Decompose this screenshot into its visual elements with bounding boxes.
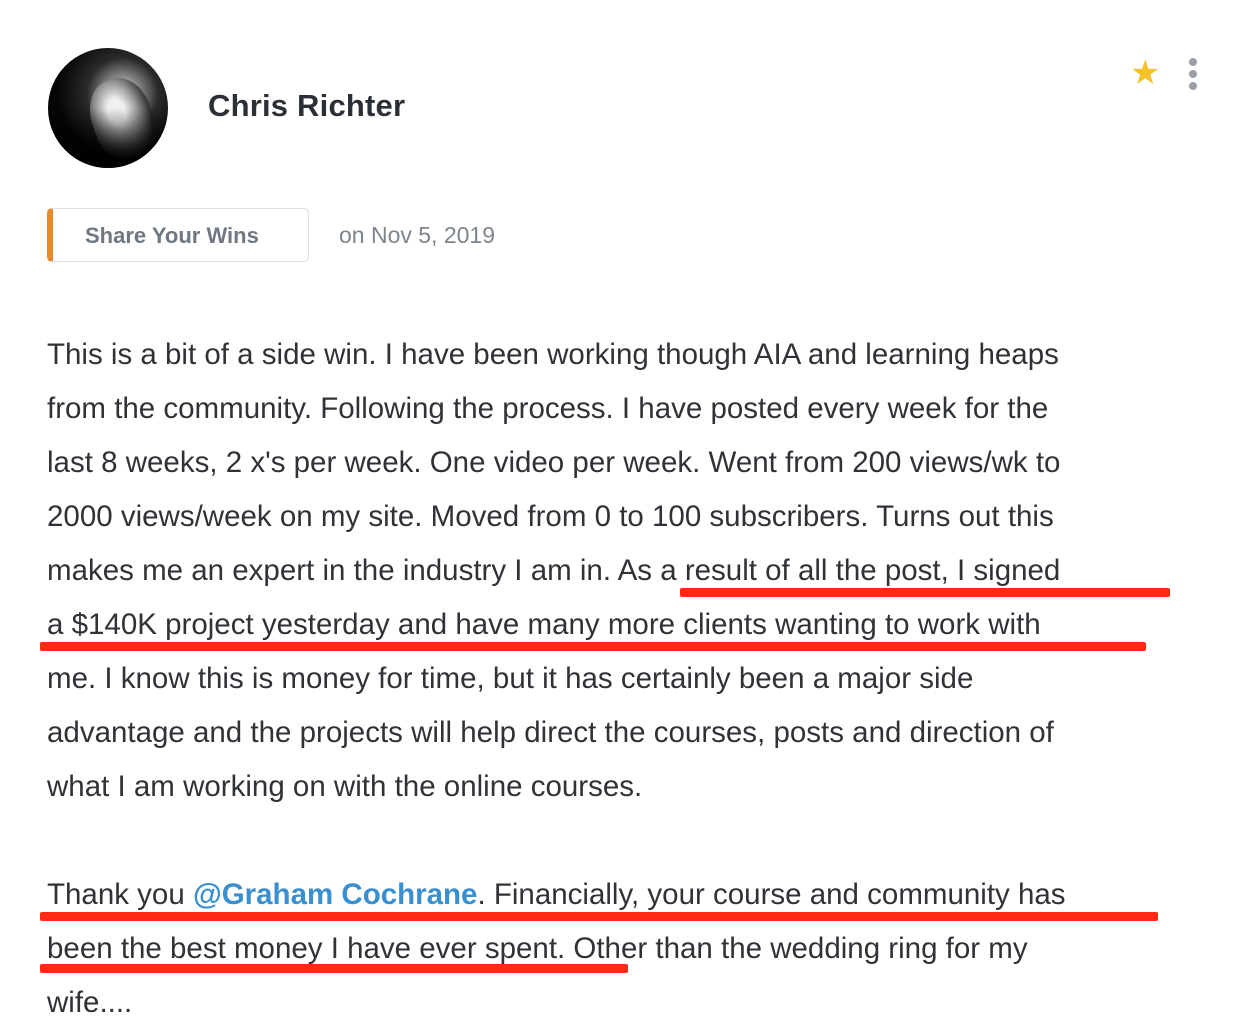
thanks-rest: . Financially, your course and community… <box>477 878 1066 911</box>
author-name[interactable]: Chris Richter <box>208 88 405 124</box>
highlight-underline <box>680 588 1170 597</box>
thanks-prefix: Thank you <box>47 878 193 911</box>
highlight-underline <box>40 912 1158 921</box>
star-icon[interactable]: ★ <box>1130 56 1160 90</box>
text-line: wife.... <box>47 986 133 1019</box>
paragraph-2: Thank you @Graham Cochrane. Financially,… <box>47 868 1187 1030</box>
avatar[interactable] <box>48 48 168 168</box>
category-label: Share Your Wins <box>85 223 259 248</box>
paragraph-1: This is a bit of a side win. I have been… <box>47 328 1187 814</box>
text-line: me. I know this is money for time, but i… <box>47 662 974 695</box>
user-mention-link[interactable]: @Graham Cochrane <box>193 878 478 911</box>
category-tag[interactable]: Share Your Wins <box>47 208 309 262</box>
text-line: advantage and the projects will help dir… <box>47 716 1054 749</box>
text-line: last 8 weeks, 2 x's per week. One video … <box>47 446 1061 479</box>
text-line: what I am working on with the online cou… <box>47 770 643 803</box>
highlight-underline <box>40 642 1146 651</box>
more-vertical-icon[interactable] <box>1184 58 1202 92</box>
post-date: on Nov 5, 2019 <box>339 222 496 248</box>
text-line: This is a bit of a side win. I have been… <box>47 338 1059 371</box>
highlight-underline <box>40 964 628 973</box>
text-line: from the community. Following the proces… <box>47 392 1049 425</box>
post-body: This is a bit of a side win. I have been… <box>47 328 1187 1030</box>
text-line: 2000 views/week on my site. Moved from 0… <box>47 500 1054 533</box>
